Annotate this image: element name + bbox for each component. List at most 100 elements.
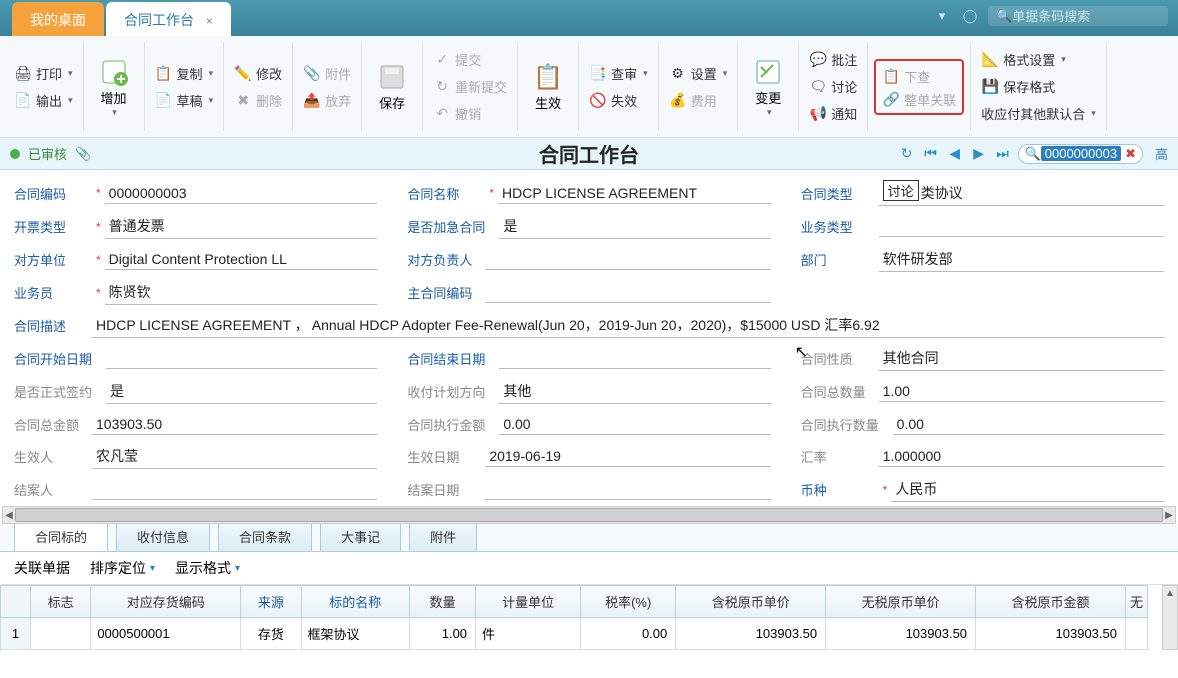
effector-value[interactable]: 农凡莹 [92,444,377,469]
advanced-link[interactable]: 高 [1155,144,1168,163]
col-unit[interactable]: 计量单位 [476,586,581,618]
delete-button[interactable]: ✖删除 [230,89,286,112]
setting-button[interactable]: ⚙设置▾ [665,62,732,85]
barcode-search[interactable]: 🔍 [988,6,1168,26]
contract-name-value[interactable]: HDCP LICENSE AGREEMENT [498,183,771,204]
currency-value[interactable]: 人民币 [891,477,1164,502]
related-docs-button[interactable]: 关联单据 [14,558,70,578]
down-check-button[interactable]: 📋下查 [878,65,960,88]
nav-search-value[interactable]: 0000000003 [1041,146,1121,161]
col-qty[interactable]: 数量 [410,586,476,618]
dropdown-icon[interactable]: ▾ [932,6,952,26]
invalid-button[interactable]: 🚫失效 [585,89,652,112]
audit-button[interactable]: 📑查审▾ [585,62,652,85]
exec-qty-value[interactable]: 0.00 [893,414,1164,435]
close-date-value[interactable] [485,480,770,500]
draft-button[interactable]: 📄草稿▾ [151,89,218,112]
change-button[interactable]: 变更▾ [744,52,792,122]
exec-amt-value[interactable]: 0.00 [499,414,770,435]
other-default-button[interactable]: 收应付其他默认合▾ [977,102,1100,125]
sort-button[interactable]: 排序定位▾ [90,558,155,578]
col-flag[interactable]: 标志 [31,586,91,618]
copy-button[interactable]: 📋复制▾ [151,62,218,85]
nature-value[interactable]: 其他合同 [879,346,1164,371]
refresh-icon[interactable]: ↻ [898,145,916,163]
total-amt-value[interactable]: 103903.50 [92,414,377,435]
save-button[interactable]: 保存 [368,57,416,116]
col-amttax[interactable]: 含税原币金额 [976,586,1126,618]
cell-tax[interactable]: 0.00 [581,618,676,650]
salesman-value[interactable]: 陈贤钦 [105,280,378,305]
effect-date-value[interactable]: 2019-06-19 [485,446,770,467]
nav-search[interactable]: 🔍 0000000003 ✖ [1018,144,1143,164]
scroll-up-icon[interactable]: ▲ [1163,586,1177,600]
col-more[interactable]: 无 [1125,586,1147,618]
scroll-thumb[interactable] [15,508,1163,522]
paperclip-icon[interactable]: 📎 [75,146,91,162]
scroll-right-icon[interactable]: ▶ [1163,507,1175,523]
scroll-left-icon[interactable]: ◀ [3,507,15,523]
other-party-value[interactable]: Digital Content Protection LL [105,249,378,270]
print-button[interactable]: 🖨打印▾ [10,62,77,85]
cell-qty[interactable]: 1.00 [410,618,476,650]
display-format-button[interactable]: 显示格式▾ [175,558,240,578]
help-icon[interactable]: ◯ [960,6,980,26]
subtab-payment[interactable]: 收付信息 [116,521,210,551]
invoice-type-value[interactable]: 普通发票 [105,214,378,239]
clear-icon[interactable]: ✖ [1125,146,1136,162]
other-mgr-value[interactable] [485,250,770,270]
abandon-button[interactable]: 📤放弃 [299,89,355,112]
cell-src[interactable]: 存货 [241,618,301,650]
col-tax[interactable]: 税率(%) [581,586,676,618]
attachment-button[interactable]: 📎附件 [299,62,355,85]
cell-code[interactable]: 0000500001 [91,618,241,650]
dept-value[interactable]: 软件研发部 [879,247,1164,272]
vertical-scrollbar[interactable]: ▲ [1162,585,1178,650]
cell-name[interactable]: 框架协议 [301,618,410,650]
pay-dir-value[interactable]: 其他 [499,379,770,404]
last-icon[interactable]: ⏭ [994,145,1012,163]
subtab-attachment[interactable]: 附件 [409,521,477,551]
cell-unit[interactable]: 件 [476,618,581,650]
subtab-terms[interactable]: 合同条款 [218,521,312,551]
closer-value[interactable] [92,480,377,500]
discuss-button[interactable]: 🗨讨论 [805,75,861,98]
col-src[interactable]: 来源 [241,586,301,618]
grid-row[interactable]: 1 0000500001 存货 框架协议 1.00 件 0.00 103903.… [1,618,1148,650]
save-format-button[interactable]: 💾保存格式 [977,75,1100,98]
first-icon[interactable]: ⏮ [922,145,940,163]
formal-value[interactable]: 是 [106,379,377,404]
biz-type-value[interactable] [879,217,1164,237]
rate-value[interactable]: 1.000000 [879,446,1164,467]
col-code[interactable]: 对应存货编码 [91,586,241,618]
main-code-value[interactable] [485,283,770,303]
col-name[interactable]: 标的名称 [301,586,410,618]
export-button[interactable]: 📄输出▾ [10,89,77,112]
cell-pnotax[interactable]: 103903.50 [826,618,976,650]
format-setting-button[interactable]: 📐格式设置▾ [977,48,1100,71]
contract-code-value[interactable]: 0000000003 [105,183,378,204]
prev-icon[interactable]: ◀ [946,145,964,163]
cell-ptax[interactable]: 103903.50 [676,618,826,650]
subtab-target[interactable]: 合同标的 [14,521,108,551]
cell-more[interactable] [1125,618,1147,650]
tab-desktop[interactable]: 我的桌面 [12,2,104,36]
cell-amttax[interactable]: 103903.50 [976,618,1126,650]
start-date-value[interactable] [106,349,377,369]
whole-relation-button[interactable]: 🔗整单关联 [878,88,960,111]
desc-value[interactable]: HDCP LICENSE AGREEMENT ， Annual HDCP Ado… [92,313,1164,338]
end-date-value[interactable] [499,349,770,369]
total-qty-value[interactable]: 1.00 [879,381,1164,402]
tab-workbench[interactable]: 合同工作台 × [106,2,231,36]
effect-button[interactable]: 📋 生效 [524,57,572,116]
barcode-search-input[interactable] [1012,9,1152,24]
resubmit-button[interactable]: ↻重新提交 [429,75,511,98]
fee-button[interactable]: 💰费用 [665,89,732,112]
annotate-button[interactable]: 💬批注 [805,48,861,71]
subtab-events[interactable]: 大事记 [320,521,401,551]
horizontal-scrollbar[interactable]: ◀ ▶ [2,506,1176,524]
add-button[interactable]: 增加▾ [90,52,138,122]
urgent-value[interactable]: 是 [499,214,770,239]
notify-button[interactable]: 📢通知 [805,102,861,125]
modify-button[interactable]: ✏️修改 [230,62,286,85]
